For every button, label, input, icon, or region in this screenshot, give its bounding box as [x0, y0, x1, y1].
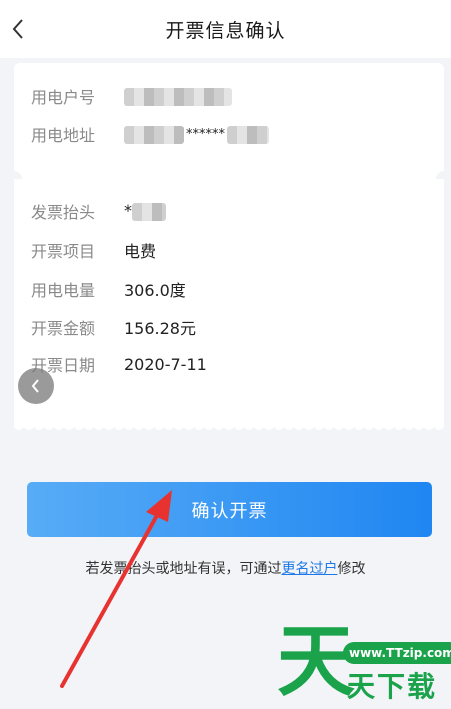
date-row: 开票日期 2020-7-11: [31, 352, 207, 376]
hint-suffix: 修改: [337, 561, 366, 577]
back-button[interactable]: [4, 14, 32, 44]
usage-label: 用电电量: [31, 281, 96, 300]
account-section: 用电户号 用电地址 ******: [14, 63, 444, 179]
account-address-label: 用电地址: [31, 126, 96, 145]
account-address-row: 用电地址 ******: [31, 122, 269, 146]
invoice-item-value: 电费: [124, 242, 157, 261]
account-number-label: 用电户号: [31, 88, 96, 107]
account-number-row: 用电户号: [31, 84, 232, 108]
amount-value: 156.28元: [124, 319, 196, 338]
redacted-block: [227, 125, 269, 144]
redacted-block: [124, 87, 232, 106]
invoice-title-value: *: [124, 201, 166, 221]
invoice-info-card: 用电户号 用电地址 ****** 发票抬头 * 开票项目 电费 用电电量 306: [6, 63, 451, 433]
invoice-title-prefix: *: [124, 201, 132, 221]
date-value: 2020-7-11: [124, 354, 207, 374]
watermark-big-glyph: 天: [277, 617, 356, 707]
edit-hint: 若发票抬头或地址有误，可通过更名过户修改: [0, 558, 451, 578]
redacted-block: [132, 202, 166, 221]
invoice-title-row: 发票抬头 *: [31, 199, 166, 223]
watermark-logo: 天 www.TTzip.com 天下载: [271, 617, 451, 707]
address-mask: ******: [186, 127, 225, 143]
amount-label: 开票金额: [31, 319, 96, 338]
account-address-value: ******: [124, 124, 269, 144]
usage-row: 用电电量 306.0度: [31, 277, 186, 301]
ticket-edge: [14, 423, 444, 430]
confirm-invoice-button[interactable]: 确认开票: [27, 482, 432, 537]
invoice-section: 发票抬头 * 开票项目 电费 用电电量 306.0度 开票金额 156.28元 …: [14, 179, 444, 425]
account-number-value: [124, 86, 232, 106]
redacted-block: [124, 125, 184, 144]
amount-row: 开票金额 156.28元: [31, 315, 196, 339]
rename-transfer-link[interactable]: 更名过户: [282, 561, 338, 577]
hint-text: 若发票抬头或地址有误，可通过: [85, 561, 282, 577]
invoice-item-row: 开票项目 电费: [31, 238, 156, 262]
watermark-brand-text: 天下载: [347, 670, 438, 703]
watermark-url-badge: www.TTzip.com: [343, 642, 451, 664]
chevron-left-icon: [31, 379, 39, 393]
page-title: 开票信息确认: [165, 19, 286, 42]
nav-bar: 开票信息确认: [0, 0, 451, 58]
chevron-left-icon: [12, 19, 23, 39]
floating-back-button[interactable]: [18, 368, 54, 404]
usage-value: 306.0度: [124, 281, 186, 300]
invoice-item-label: 开票项目: [31, 242, 96, 261]
invoice-title-label: 发票抬头: [31, 203, 96, 222]
